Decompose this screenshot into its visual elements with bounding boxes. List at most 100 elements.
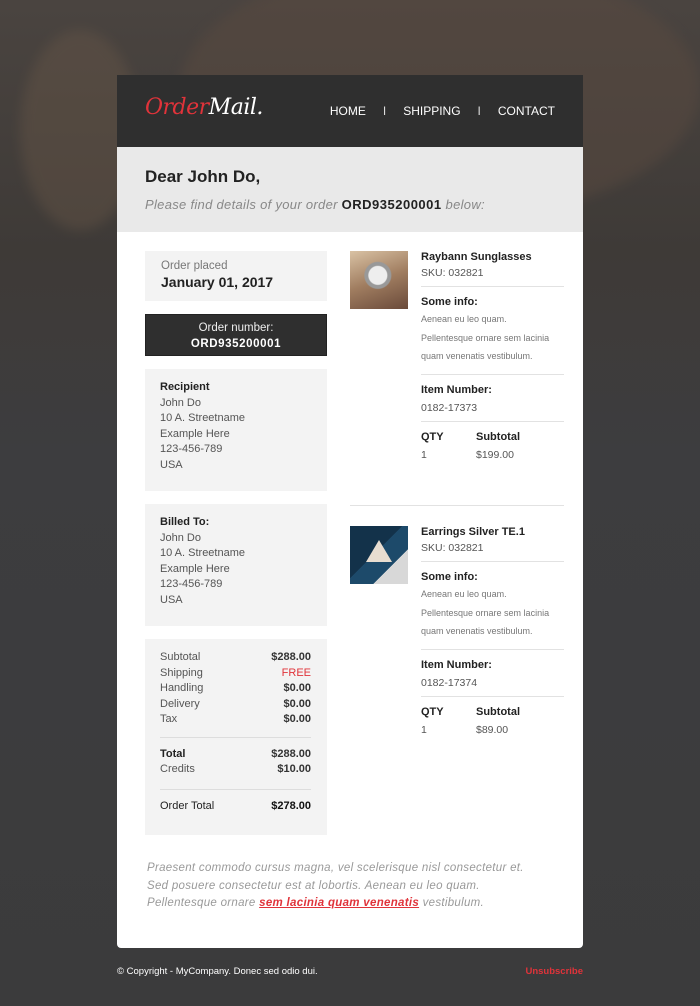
note-line: Sed posuere consectetur est at lobortis.… <box>147 879 480 892</box>
note-line: Praesent commodo cursus magna, vel scele… <box>147 862 524 874</box>
item-divider <box>350 505 564 506</box>
earring-shape <box>366 540 392 562</box>
nav-separator: I <box>477 104 481 118</box>
recipient-box: Recipient John Do 10 A. Streetname Examp… <box>145 369 327 491</box>
nav-shipping[interactable]: SHIPPING <box>403 104 460 118</box>
divider <box>421 286 564 287</box>
recipient-phone: 123-456-789 <box>160 443 223 455</box>
billed-country: USA <box>160 593 183 606</box>
billed-city: Example Here <box>160 562 230 575</box>
info-line: Pellentesque ornare sem lacinia <box>421 332 550 343</box>
divider <box>421 695 564 697</box>
order-placed-box: Order placed January 01, 2017 <box>145 251 327 301</box>
totals-row-handling: Handling $0.00 <box>160 681 311 697</box>
value: $10.00 <box>277 763 311 775</box>
greeting-order-id: ORD935200001 <box>341 197 442 212</box>
divider <box>160 736 311 738</box>
order-number-box: Order number: ORD935200001 <box>145 314 327 356</box>
recipient-name: John Do <box>160 396 201 409</box>
greeting: Dear John Do, Please find details of you… <box>117 147 583 232</box>
unsubscribe-link[interactable]: Unsubscribe <box>525 966 583 977</box>
item-info-label: Some info: <box>421 296 478 308</box>
divider <box>421 561 564 562</box>
item-number-label: Item Number: <box>421 658 492 671</box>
recipient-country: USA <box>160 458 183 471</box>
order-item: Earrings Silver TE.1 SKU: 032821 Some in… <box>350 526 564 786</box>
item-number: 0182-17373 <box>421 401 478 414</box>
value: $288.00 <box>271 651 311 663</box>
order-placed-label: Order placed <box>161 260 228 272</box>
logo-mail: Mail. <box>208 95 264 120</box>
info-line: Aenean eu leo quam. <box>421 314 507 324</box>
info-line: Aenean eu leo quam. <box>421 589 507 599</box>
qty-value: 1 <box>421 723 427 736</box>
order-number-label: Order number: <box>198 322 274 334</box>
label: Total <box>160 747 186 760</box>
value: $288.00 <box>271 747 311 760</box>
label: Subtotal <box>160 651 201 663</box>
info-line: quam venenatis vestibulum. <box>421 351 533 361</box>
product-image-watch <box>350 251 408 309</box>
qty-label: QTY <box>421 705 444 718</box>
totals-row-subtotal: Subtotal $288.00 <box>160 650 311 666</box>
totals-row-order-total: Order Total $278.00 <box>160 799 311 815</box>
totals-box: Subtotal $288.00 Shipping FREE Handling $0.… <box>145 639 327 835</box>
billed-phone: 123-456-789 <box>160 578 223 590</box>
note-link[interactable]: sem lacinia quam venenatis <box>259 897 419 909</box>
subtotal-value: $89.00 <box>476 723 509 736</box>
totals-row-credits: Credits $10.00 <box>160 762 311 778</box>
billed-name: John Do <box>160 531 201 544</box>
item-info: Raybann Sunglasses SKU: 032821 Some info… <box>421 251 564 461</box>
order-placed-date: January 01, 2017 <box>161 273 274 290</box>
item-info-text: Aenean eu leo quam. Pellentesque ornare s… <box>421 310 564 366</box>
item-info: Earrings Silver TE.1 SKU: 032821 Some in… <box>421 526 564 736</box>
item-number-label: Item Number: <box>421 383 492 396</box>
value: $0.00 <box>283 682 311 694</box>
billed-label: Billed To: <box>160 516 210 528</box>
label: Handling <box>160 682 204 694</box>
value: FREE <box>281 666 311 679</box>
item-info-label: Some info: <box>421 571 478 583</box>
recipient-label: Recipient <box>160 381 210 393</box>
qty-values: 1 $89.00 <box>421 724 564 736</box>
qty-value: 1 <box>421 448 427 461</box>
recipient-city: Example Here <box>160 427 230 440</box>
totals-row-shipping: Shipping FREE <box>160 666 311 682</box>
email-card: OrderMail. HOME I SHIPPING I CONTACT Dea… <box>117 75 583 948</box>
subtotal-label: Subtotal <box>476 430 520 443</box>
label: Order Total <box>160 799 215 812</box>
nav-contact[interactable]: CONTACT <box>498 104 555 118</box>
billed-street: 10 A. Streetname <box>160 547 245 559</box>
qty-values: 1 $199.00 <box>421 449 564 461</box>
nav-home[interactable]: HOME <box>330 104 366 118</box>
greeting-text-after: below: <box>445 197 485 212</box>
totals-row-total: Total $288.00 <box>160 747 311 763</box>
item-number: 0182-17374 <box>421 676 478 689</box>
info-line: quam venenatis vestibulum. <box>421 626 533 636</box>
qty-header: QTY Subtotal <box>421 706 564 718</box>
label: Delivery <box>160 697 200 710</box>
label: Shipping <box>160 666 203 679</box>
subtotal-label: Subtotal <box>476 705 520 718</box>
copyright: © Copyright - MyCompany. Donec sed odio … <box>117 966 318 977</box>
totals-row-delivery: Delivery $0.00 <box>160 697 311 713</box>
left-column: Order placed January 01, 2017 Order numb… <box>145 251 327 835</box>
item-name: Raybann Sunglasses <box>421 251 532 263</box>
note-line: Pellentesque ornare sem lacinia quam ven… <box>147 895 547 913</box>
item-info-text: Aenean eu leo quam. Pellentesque ornare s… <box>421 585 564 641</box>
greeting-text: Please find details of your order ORD935… <box>145 197 555 212</box>
qty-label: QTY <box>421 430 444 443</box>
item-sku: SKU: 032821 <box>421 267 484 279</box>
value: $278.00 <box>271 799 311 812</box>
divider <box>421 420 564 422</box>
greeting-title: Dear John Do, <box>145 167 261 186</box>
greeting-text-before: Please find details of your order <box>145 197 338 212</box>
logo[interactable]: OrderMail. <box>145 95 263 120</box>
divider <box>421 373 564 375</box>
order-item: Raybann Sunglasses SKU: 032821 Some info… <box>350 251 564 511</box>
divider <box>421 648 564 650</box>
nav: HOME I SHIPPING I CONTACT <box>330 104 555 118</box>
qty-header: QTY Subtotal <box>421 431 564 443</box>
subtotal-value: $199.00 <box>476 448 514 461</box>
value: $0.00 <box>283 713 311 725</box>
